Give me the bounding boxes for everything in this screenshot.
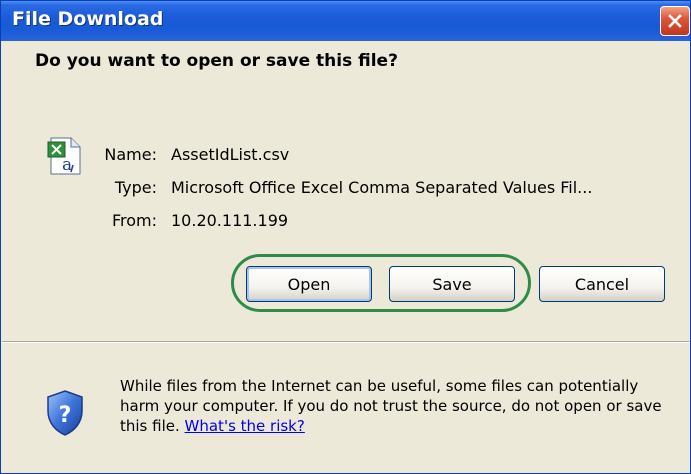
save-button[interactable]: Save — [389, 266, 515, 302]
close-button[interactable] — [660, 6, 690, 36]
security-shield-icon: ? — [45, 389, 85, 441]
cancel-button[interactable]: Cancel — [539, 266, 665, 302]
file-download-dialog: File Download Do you want to open or sav… — [0, 0, 691, 474]
whats-the-risk-link[interactable]: What's the risk? — [185, 417, 305, 435]
file-source: 10.20.111.199 — [171, 211, 289, 230]
security-warning: While files from the Internet can be use… — [120, 376, 680, 436]
name-label: Name: — [104, 145, 157, 164]
window-title: File Download — [12, 8, 164, 30]
from-label: From: — [111, 211, 157, 230]
file-name: AssetIdList.csv — [171, 145, 290, 164]
svg-text:?: ? — [59, 403, 72, 428]
download-question: Do you want to open or save this file? — [35, 51, 398, 71]
type-label: Type: — [114, 178, 157, 197]
open-button[interactable]: Open — [246, 266, 372, 302]
file-type: Microsoft Office Excel Comma Separated V… — [171, 178, 593, 197]
divider-highlight — [2, 342, 689, 343]
close-icon — [668, 14, 682, 28]
title-bar[interactable]: File Download — [1, 1, 690, 41]
